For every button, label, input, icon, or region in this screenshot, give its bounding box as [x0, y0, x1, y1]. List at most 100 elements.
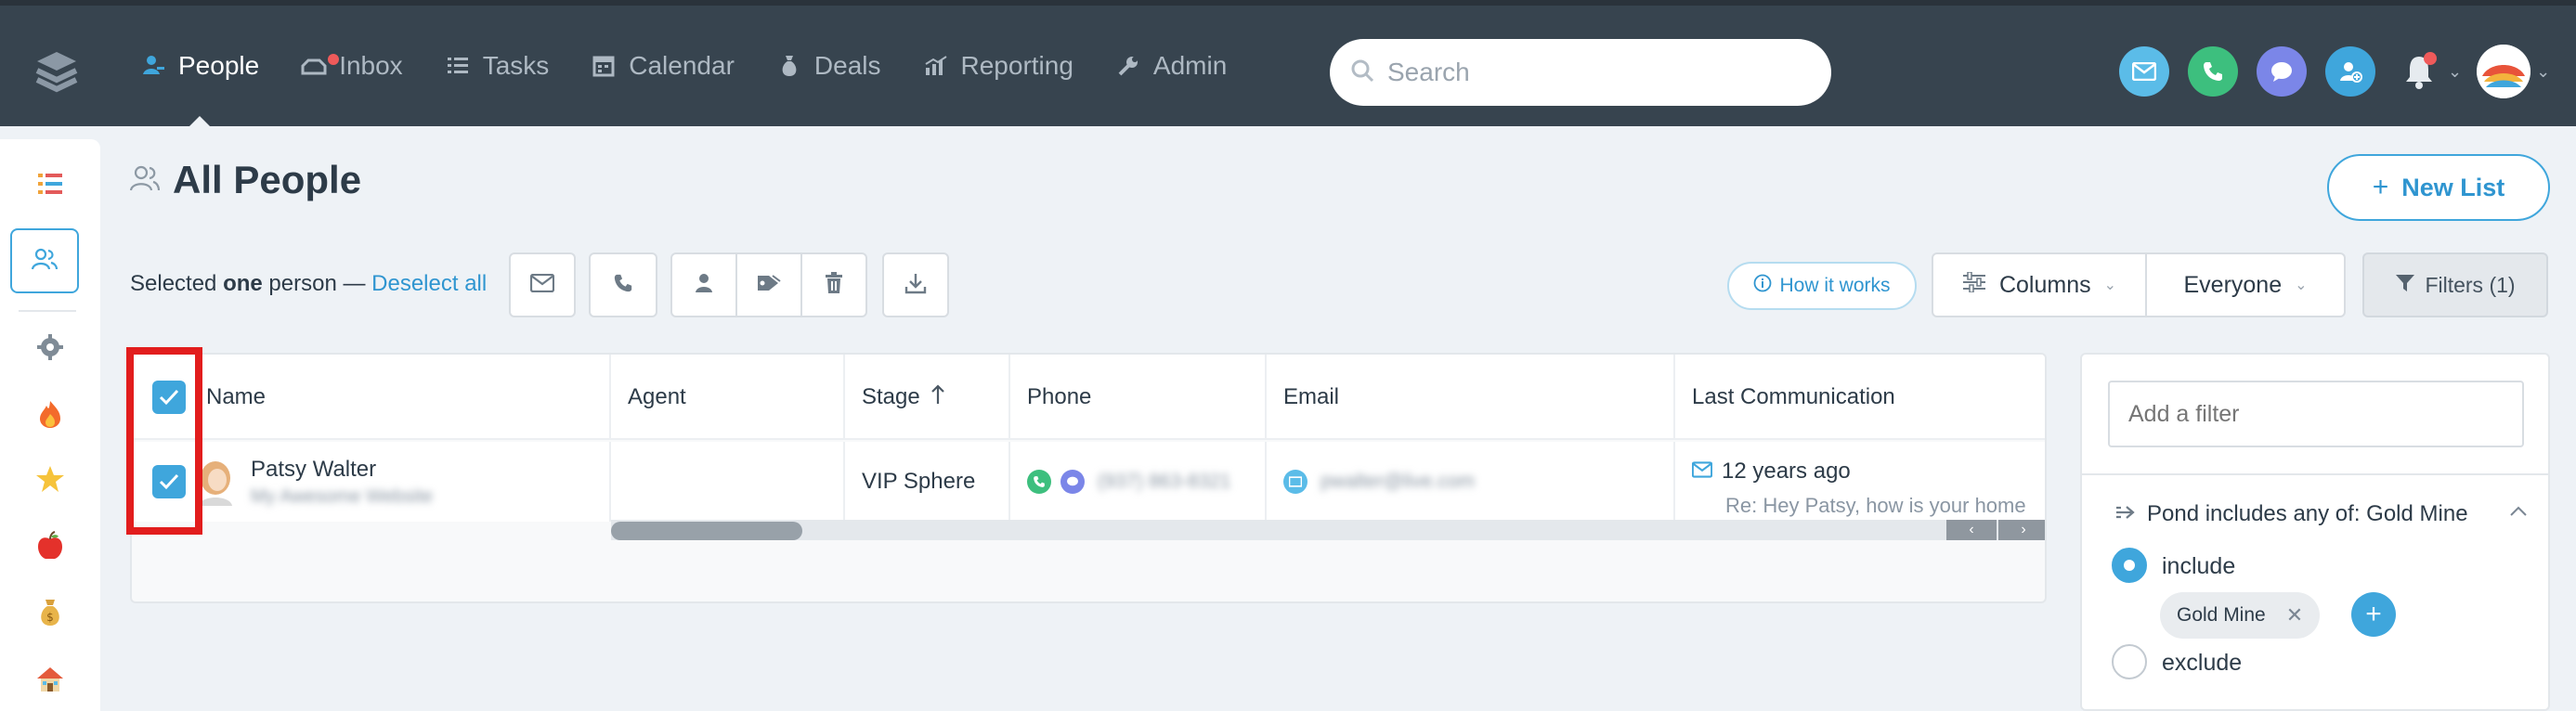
phone-value: (937) 863-8321	[1098, 471, 1231, 492]
nav-item-inbox[interactable]: Inbox	[280, 6, 423, 126]
nav-item-calendar[interactable]: Calendar	[569, 6, 755, 126]
chevron-down-icon: ⌄	[2103, 278, 2117, 293]
gear-icon[interactable]	[0, 319, 100, 375]
account-avatar[interactable]	[2477, 45, 2531, 98]
add-person-action-icon[interactable]	[2325, 46, 2375, 97]
include-label: include	[2162, 553, 2236, 579]
nav-item-tasks[interactable]: Tasks	[423, 6, 570, 126]
scroll-right-icon[interactable]: ›	[1998, 520, 2045, 540]
bar-chart-icon	[922, 52, 950, 80]
filter-rule-header[interactable]: Pond includes any of: Gold Mine	[2115, 501, 2468, 527]
calendar-icon	[590, 52, 618, 80]
app-logo-icon[interactable]	[33, 46, 80, 93]
people-icon	[31, 247, 59, 276]
email-action-icon[interactable]	[2119, 46, 2169, 97]
column-label: Name	[206, 384, 267, 409]
email-send-icon[interactable]	[1283, 470, 1308, 494]
search-box[interactable]	[1330, 39, 1831, 106]
add-value-button[interactable]: +	[2351, 592, 2396, 637]
person-icon	[694, 272, 714, 299]
assign-agent-button[interactable]	[670, 252, 737, 317]
everyone-dropdown[interactable]: Everyone ⌄	[2145, 252, 2346, 317]
envelope-icon	[1691, 459, 1713, 485]
filters-button[interactable]: Filters (1)	[2362, 252, 2548, 317]
column-header-phone[interactable]: Phone	[1010, 355, 1267, 440]
cell-last-communication[interactable]: 12 years ago Re: Hey Patsy, how is your …	[1675, 442, 2045, 522]
how-it-works-label: How it works	[1779, 275, 1891, 296]
top-nav: People Inbox Tasks Calendar Deals Report…	[0, 0, 2576, 128]
add-tags-button[interactable]	[735, 252, 802, 317]
rail-item-people[interactable]	[10, 228, 79, 293]
column-header-name[interactable]: Name	[132, 355, 611, 440]
nav-label: Tasks	[482, 51, 550, 80]
nav-item-deals[interactable]: Deals	[755, 6, 902, 126]
contact-name[interactable]: Patsy Walter	[251, 457, 433, 483]
chevron-down-icon: ⌄	[2295, 278, 2308, 293]
cell-name[interactable]: Patsy Walter My Awesome Website	[132, 442, 611, 522]
list-icon	[444, 52, 472, 80]
export-button[interactable]	[882, 252, 949, 317]
search-input[interactable]	[1387, 58, 1796, 87]
column-header-last-communication[interactable]: Last Communication	[1675, 355, 2045, 440]
nav-item-people[interactable]: People	[119, 6, 280, 128]
money-bag-icon[interactable]: $	[0, 585, 100, 640]
column-header-email[interactable]: Email	[1267, 355, 1675, 440]
column-label: Last Communication	[1692, 384, 1895, 409]
delete-button[interactable]	[800, 252, 867, 317]
chevron-down-icon[interactable]: ⌄	[2536, 62, 2550, 82]
chevron-up-icon[interactable]	[2509, 501, 2528, 523]
nav-label: Inbox	[339, 51, 403, 80]
star-icon[interactable]	[0, 451, 100, 507]
chevron-down-icon[interactable]: ⌄	[2448, 62, 2462, 82]
selection-suffix: person —	[268, 271, 366, 296]
exclude-radio[interactable]	[2112, 644, 2147, 679]
people-table: Name Agent Stage Phone Email Last Commun…	[130, 353, 2047, 603]
fire-icon[interactable]	[0, 386, 100, 442]
scroll-left-icon[interactable]: ‹	[1946, 520, 1997, 540]
column-header-stage[interactable]: Stage	[845, 355, 1010, 440]
chat-action-icon[interactable]	[2257, 46, 2307, 97]
list-view-icon[interactable]	[0, 156, 100, 212]
phone-action-icon[interactable]	[2188, 46, 2238, 97]
include-radio[interactable]	[2112, 548, 2147, 583]
last-communication-preview[interactable]: Re: Hey Patsy, how is your home	[1725, 494, 2026, 518]
column-label: Agent	[628, 384, 686, 409]
bulk-email-button[interactable]	[509, 252, 576, 317]
horizontal-scrollbar[interactable]: ‹ ›	[611, 520, 2045, 540]
table-row[interactable]: Patsy Walter My Awesome Website VIP Sphe…	[132, 442, 2045, 522]
house-icon[interactable]	[0, 652, 100, 707]
nav-item-admin[interactable]: Admin	[1094, 6, 1247, 126]
filters-label: Filters (1)	[2425, 272, 2516, 297]
stage-value: VIP Sphere	[862, 469, 976, 494]
wrench-icon	[1114, 52, 1142, 80]
phone-call-icon[interactable]	[1027, 470, 1051, 494]
columns-label: Columns	[1998, 271, 2091, 298]
deselect-all-link[interactable]: Deselect all	[371, 271, 487, 296]
scrollbar-thumb[interactable]	[611, 522, 802, 540]
columns-dropdown[interactable]: Columns ⌄	[1932, 252, 2147, 317]
inbox-icon	[300, 52, 328, 80]
last-communication-block: 12 years ago Re: Hey Patsy, how is your …	[1691, 459, 2026, 518]
search-icon	[1350, 58, 1374, 87]
bulk-call-button[interactable]	[589, 252, 657, 317]
cell-phone[interactable]: (937) 863-8321	[1010, 442, 1267, 522]
apple-icon[interactable]	[0, 518, 100, 574]
rail-divider	[19, 310, 76, 312]
nav-item-reporting[interactable]: Reporting	[902, 6, 1094, 126]
notifications-bell-icon[interactable]	[2394, 46, 2444, 97]
cell-email[interactable]: pwalter@live.com	[1267, 442, 1675, 522]
sort-ascending-icon[interactable]	[930, 383, 944, 411]
column-header-agent[interactable]: Agent	[611, 355, 845, 440]
nav-label: Reporting	[960, 51, 1073, 80]
text-message-icon[interactable]	[1060, 470, 1085, 494]
nav-label: Calendar	[629, 51, 735, 80]
cell-stage[interactable]: VIP Sphere	[845, 442, 1010, 522]
filter-rule-label: Pond includes any of: Gold Mine	[2147, 501, 2468, 526]
people-icon	[129, 164, 161, 197]
add-filter-input[interactable]	[2108, 381, 2524, 447]
exclude-label: exclude	[2162, 650, 2243, 676]
cell-agent[interactable]	[611, 442, 845, 522]
how-it-works-button[interactable]: How it works	[1727, 262, 1917, 310]
new-list-button[interactable]: + New List	[2327, 154, 2550, 221]
close-icon[interactable]: ✕	[2286, 603, 2303, 627]
